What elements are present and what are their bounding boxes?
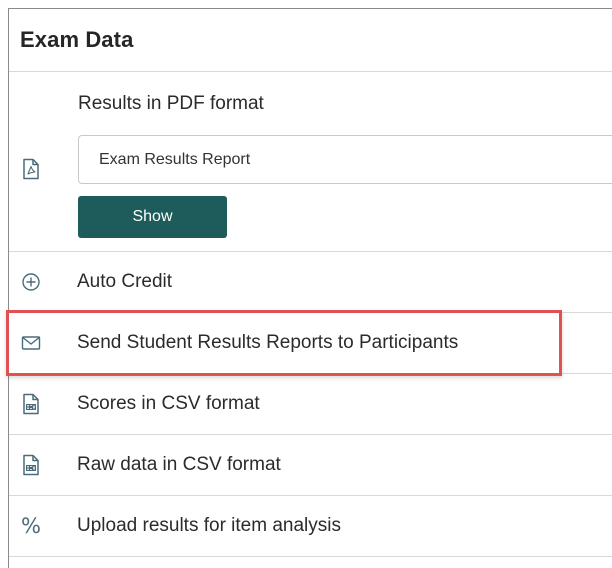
csv-file-icon	[21, 454, 41, 476]
pdf-section-title: Results in PDF format	[78, 93, 264, 114]
csv-file-icon	[21, 393, 41, 415]
exam-data-panel: Exam Data Results in PDF format Exam Res…	[8, 8, 612, 568]
menu-item-upload-item-analysis[interactable]: % Upload results for item analysis	[9, 496, 612, 557]
panel-title: Exam Data	[20, 27, 134, 52]
menu-item-label: Send Student Results Reports to Particip…	[77, 332, 459, 353]
pdf-file-icon	[21, 158, 41, 180]
report-type-select[interactable]: Exam Results Report	[78, 135, 612, 184]
show-button[interactable]: Show	[78, 196, 227, 238]
menu-item-raw-data-csv[interactable]: Raw data in CSV format	[9, 435, 612, 496]
envelope-icon	[21, 332, 41, 354]
menu-item-send-student-results[interactable]: Send Student Results Reports to Particip…	[9, 313, 612, 374]
report-type-value: Exam Results Report	[99, 150, 251, 168]
panel-header: Exam Data	[9, 9, 612, 72]
menu-item-label: Scores in CSV format	[77, 393, 260, 414]
show-button-label: Show	[132, 208, 173, 225]
menu-item-auto-credit[interactable]: Auto Credit	[9, 252, 612, 313]
pdf-results-section: Results in PDF format Exam Results Repor…	[9, 72, 612, 252]
menu-item-scores-csv[interactable]: Scores in CSV format	[9, 374, 612, 435]
menu-item-label: Raw data in CSV format	[77, 454, 281, 475]
menu-item-label: Upload results for item analysis	[77, 515, 341, 536]
percent-icon: %	[21, 514, 41, 538]
menu-item-label: Auto Credit	[77, 271, 173, 292]
plus-circle-icon	[21, 271, 41, 293]
